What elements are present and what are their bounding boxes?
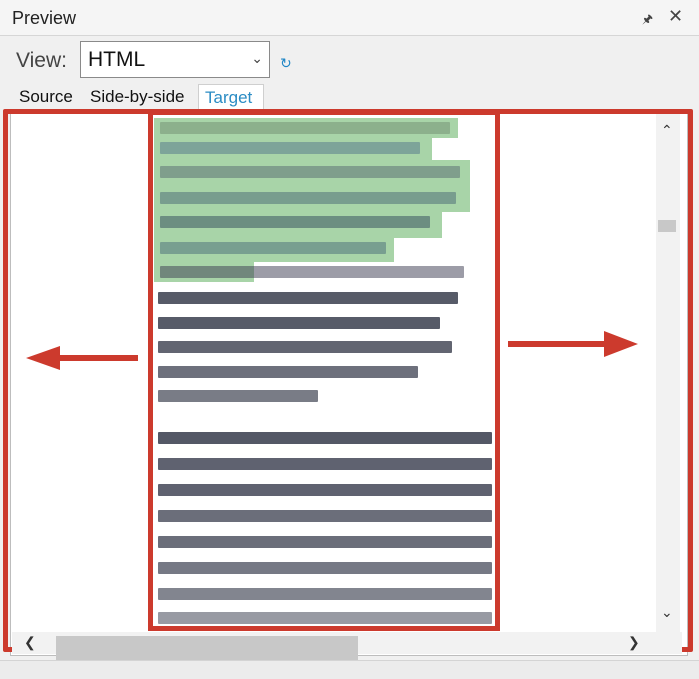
horizontal-scrollbar[interactable]: ❮ ❯ <box>12 632 682 660</box>
close-icon[interactable]: ✕ <box>668 6 683 27</box>
pin-icon[interactable]: 🖈 <box>642 10 653 31</box>
view-select-value: HTML <box>88 48 146 71</box>
panel-titlebar: Preview 🖈 ✕ <box>0 0 699 36</box>
view-label: View: <box>16 49 67 72</box>
chevron-down-icon[interactable]: ⌄ <box>661 604 673 621</box>
vertical-scrollbar[interactable]: ⌃ ⌄ <box>656 114 680 634</box>
chevron-up-icon[interactable]: ⌃ <box>661 122 673 139</box>
panel-title: Preview <box>12 8 77 28</box>
chevron-left-icon[interactable]: ❮ <box>24 634 36 651</box>
vertical-scroll-thumb[interactable] <box>658 220 676 232</box>
horizontal-scroll-thumb[interactable] <box>56 636 358 660</box>
arrow-left-head <box>26 346 60 370</box>
chevron-right-icon[interactable]: ❯ <box>628 634 640 651</box>
arrow-right-icon <box>508 341 614 347</box>
tab-source[interactable]: Source <box>19 84 73 110</box>
tab-target[interactable]: Target <box>198 84 264 110</box>
view-select[interactable]: HTML ⌄ <box>80 41 270 78</box>
red-outline-document <box>148 110 500 631</box>
status-bar <box>0 660 699 679</box>
tab-side-by-side[interactable]: Side-by-side <box>90 84 185 110</box>
arrow-right-head <box>604 331 638 357</box>
refresh-icon[interactable]: ↻ <box>280 55 292 72</box>
chevron-down-icon: ⌄ <box>251 50 263 66</box>
